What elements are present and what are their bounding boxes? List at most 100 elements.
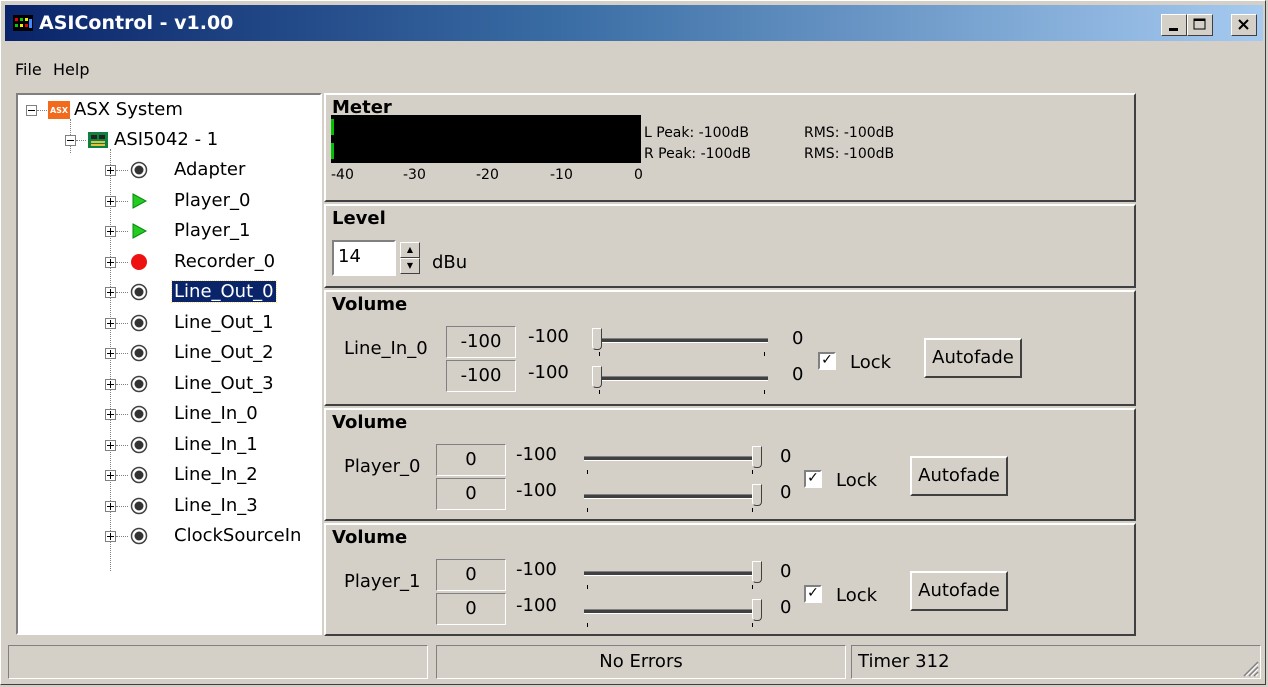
tree-item-line-in-1[interactable]: Line_In_1 bbox=[18, 432, 318, 460]
expand-icon[interactable] bbox=[105, 226, 116, 237]
tree-item-label: Line_In_3 bbox=[174, 494, 258, 516]
volume-channel-name: Line_In_0 bbox=[344, 338, 428, 359]
expand-icon[interactable] bbox=[105, 378, 116, 390]
title-bar[interactable]: ASIControl - v1.00 bbox=[5, 5, 1263, 41]
meter-panel: Meter -40 -30 -20 -10 0 L Peak: -100dB R… bbox=[324, 93, 1136, 202]
tree-item-line-out-0[interactable]: Line_Out_0 bbox=[18, 279, 318, 307]
meter-scale-tick: -10 bbox=[550, 167, 573, 183]
device-tree[interactable]: ASX ASX System ASI5042 - 1 Adapter Player… bbox=[16, 93, 322, 635]
play-icon bbox=[132, 223, 148, 239]
slider-tick bbox=[587, 585, 588, 589]
meter-r-peak: R Peak: -100dB bbox=[644, 146, 751, 162]
window-title: ASIControl - v1.00 bbox=[39, 12, 234, 34]
level-input[interactable]: 14 bbox=[332, 240, 396, 276]
tree-item-asx-system[interactable]: ASX ASX System bbox=[18, 97, 318, 125]
tree-item-recorder-0[interactable]: Recorder_0 bbox=[18, 249, 318, 277]
volume-slider-ch2-track[interactable] bbox=[584, 609, 756, 614]
expand-icon[interactable] bbox=[105, 500, 116, 512]
resize-grip-icon[interactable] bbox=[1239, 657, 1259, 677]
tree-item-line-in-0[interactable]: Line_In_0 bbox=[18, 401, 318, 429]
volume-slider-ch1-thumb[interactable] bbox=[752, 561, 762, 583]
tree-item-player-1[interactable]: Player_1 bbox=[18, 218, 318, 246]
asx-logo-icon: ASX bbox=[48, 101, 70, 119]
slider-tick bbox=[764, 390, 765, 394]
menu-file[interactable]: File bbox=[15, 60, 42, 79]
svg-text:ASX: ASX bbox=[50, 106, 69, 115]
volume-slider-ch1-track[interactable] bbox=[584, 571, 756, 576]
tree-item-line-in-3[interactable]: Line_In_3 bbox=[18, 493, 318, 521]
node-dot-icon bbox=[130, 405, 148, 423]
node-dot-icon bbox=[130, 314, 148, 331]
volume-slider-ch1-thumb[interactable] bbox=[752, 446, 762, 468]
node-dot-icon bbox=[130, 527, 148, 545]
spin-up-button[interactable]: ▲ bbox=[400, 242, 420, 258]
volume-slider-ch1-track[interactable] bbox=[584, 456, 756, 461]
slider-tick bbox=[599, 390, 600, 394]
volume-slider-ch1-thumb[interactable] bbox=[592, 328, 602, 350]
expand-icon[interactable] bbox=[105, 287, 116, 298]
expand-icon[interactable] bbox=[105, 256, 116, 268]
circuit-board-icon bbox=[88, 132, 108, 148]
volume-slider-ch1-track[interactable] bbox=[596, 338, 768, 343]
minimize-button[interactable] bbox=[1161, 14, 1187, 36]
volume-slider-ch2-track[interactable] bbox=[584, 494, 756, 499]
level-panel: Level 14 ▲ ▼ dBu bbox=[324, 204, 1136, 288]
maximize-button[interactable] bbox=[1187, 14, 1213, 36]
volume-slider-ch2-thumb[interactable] bbox=[752, 484, 762, 506]
autofade-button[interactable]: Autofade bbox=[910, 571, 1008, 611]
expand-icon[interactable] bbox=[105, 317, 116, 329]
tree-item-clocksourcein[interactable]: ClockSourceIn bbox=[18, 523, 318, 551]
autofade-button[interactable]: Autofade bbox=[910, 456, 1008, 496]
menu-help[interactable]: Help bbox=[53, 60, 89, 79]
volume-value-ch2: 0 bbox=[436, 593, 506, 625]
spin-down-button[interactable]: ▼ bbox=[400, 258, 420, 274]
autofade-button[interactable]: Autofade bbox=[924, 338, 1022, 378]
volume-panel-player-1: Volume Player_1 0 0 -100 -100 0 0 ✓ Lock Autofade bbox=[324, 523, 1136, 636]
meter-l-rms: RMS: -100dB bbox=[804, 125, 895, 141]
collapse-icon[interactable] bbox=[65, 135, 76, 146]
expand-icon[interactable] bbox=[105, 409, 116, 420]
tree-item-label: Line_Out_1 bbox=[174, 311, 274, 333]
node-dot-icon bbox=[130, 375, 148, 392]
tree-connector bbox=[116, 536, 128, 538]
slider-tick bbox=[752, 470, 753, 474]
lock-label: Lock bbox=[836, 470, 878, 491]
expand-icon[interactable] bbox=[105, 348, 116, 359]
expand-icon[interactable] bbox=[105, 531, 116, 542]
node-dot-icon bbox=[130, 497, 148, 514]
tree-item-line-in-2[interactable]: Line_In_2 bbox=[18, 462, 318, 490]
volume-title: Volume bbox=[332, 294, 408, 315]
slider-max-label: 0 bbox=[780, 446, 792, 467]
tree-connector bbox=[76, 140, 86, 142]
tree-item-label: Line_In_1 bbox=[174, 433, 258, 455]
expand-icon[interactable] bbox=[105, 165, 116, 176]
meter-level-left bbox=[331, 119, 334, 135]
tree-item-label: Line_Out_0 bbox=[171, 280, 277, 303]
expand-icon[interactable] bbox=[105, 470, 116, 481]
tree-connector bbox=[116, 292, 128, 294]
slider-max-label: 0 bbox=[780, 482, 792, 503]
tree-connector bbox=[116, 383, 128, 386]
slider-max-label: 0 bbox=[792, 328, 804, 349]
status-message: No Errors bbox=[436, 645, 846, 679]
tree-item-line-out-2[interactable]: Line_Out_2 bbox=[18, 340, 318, 368]
expand-icon[interactable] bbox=[105, 439, 116, 451]
volume-slider-ch2-track[interactable] bbox=[596, 376, 768, 381]
volume-slider-ch2-thumb[interactable] bbox=[592, 366, 602, 388]
lock-checkbox[interactable]: ✓ bbox=[804, 585, 822, 603]
tree-item-line-out-1[interactable]: Line_Out_1 bbox=[18, 310, 318, 338]
lock-checkbox[interactable]: ✓ bbox=[804, 470, 822, 488]
tree-item-adapter[interactable]: Adapter bbox=[18, 157, 318, 185]
close-button[interactable] bbox=[1231, 14, 1257, 36]
collapse-icon[interactable] bbox=[26, 105, 37, 116]
tree-item-line-out-3[interactable]: Line_Out_3 bbox=[18, 371, 318, 399]
tree-item-player-0[interactable]: Player_0 bbox=[18, 188, 318, 216]
tree-connector bbox=[116, 200, 128, 203]
level-spinner[interactable]: ▲ ▼ bbox=[400, 242, 420, 275]
volume-slider-ch2-thumb[interactable] bbox=[752, 599, 762, 621]
volume-channel-name: Player_1 bbox=[344, 571, 421, 592]
tree-connector bbox=[116, 231, 128, 233]
tree-item-device[interactable]: ASI5042 - 1 bbox=[18, 127, 318, 155]
lock-checkbox[interactable]: ✓ bbox=[818, 352, 836, 370]
expand-icon[interactable] bbox=[105, 195, 116, 207]
